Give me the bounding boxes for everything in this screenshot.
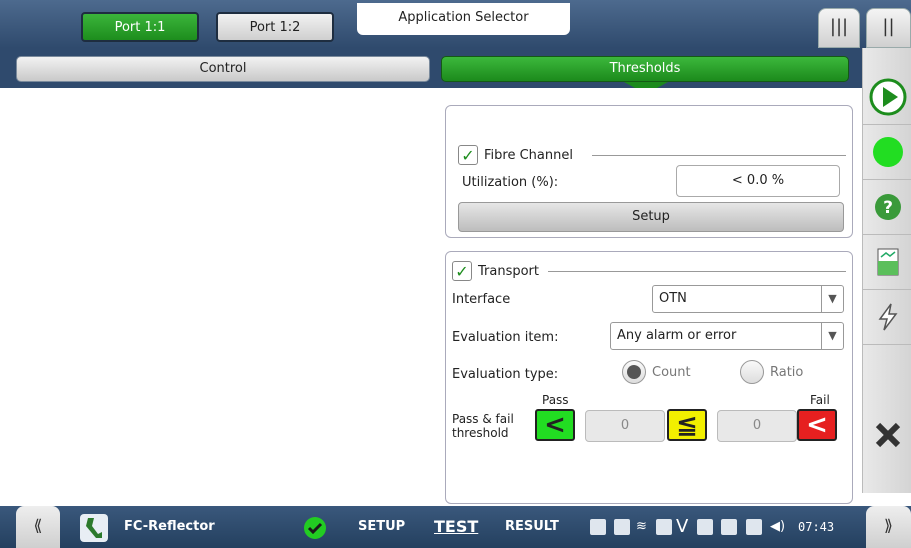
status-indicator bbox=[863, 125, 911, 180]
fibre-channel-checkbox[interactable]: ✓ bbox=[458, 145, 478, 165]
error-inject-button[interactable] bbox=[863, 290, 911, 345]
tab-control[interactable]: Control bbox=[16, 56, 430, 82]
top-bar: Port 1:1 Port 1:2 Application Selector |… bbox=[0, 0, 911, 48]
evaluation-item-select-value: Any alarm or error bbox=[617, 328, 737, 343]
evaluation-item-label: Evaluation item: bbox=[452, 330, 559, 345]
help-icon: ? bbox=[874, 194, 901, 220]
threshold-label-line2: threshold bbox=[452, 426, 509, 440]
right-rail: ? bbox=[862, 48, 911, 493]
less-equal-icon[interactable]: ≦ bbox=[667, 409, 707, 441]
evaluation-type-label: Evaluation type: bbox=[452, 367, 559, 382]
chevron-down-icon: ▼ bbox=[821, 286, 843, 312]
transport-panel: ✓ Transport Interface OTN ▼ Evaluation i… bbox=[445, 251, 853, 504]
test-nav[interactable]: TEST bbox=[434, 506, 478, 548]
fail-less-than-icon[interactable]: < bbox=[797, 409, 837, 441]
terminal-icon bbox=[697, 519, 713, 535]
evaluation-type-ratio-label: Ratio bbox=[770, 364, 804, 380]
network-icon bbox=[746, 519, 762, 535]
lightning-icon bbox=[878, 303, 897, 331]
fibre-channel-title: Fibre Channel bbox=[484, 147, 573, 163]
threshold-label: Pass & fail threshold bbox=[452, 412, 514, 440]
transport-header: ✓ Transport bbox=[452, 261, 539, 281]
panel-handle-right-icon[interactable]: || bbox=[866, 8, 911, 48]
fibre-channel-panel: ✓ Fibre Channel Utilization (%): < 0.0 %… bbox=[445, 105, 853, 238]
interface-label: Interface bbox=[452, 292, 511, 307]
transport-checkbox[interactable]: ✓ bbox=[452, 261, 472, 281]
close-button[interactable] bbox=[863, 400, 911, 470]
v-icon: V bbox=[676, 516, 689, 537]
fibre-channel-header: ✓ Fibre Channel bbox=[458, 145, 573, 165]
right-expand-icon[interactable]: ⟫ bbox=[866, 506, 911, 548]
wifi-icon: ≋ bbox=[636, 519, 647, 534]
chevron-down-icon: ▼ bbox=[821, 323, 843, 349]
play-icon bbox=[869, 78, 906, 116]
port-tab-1-1[interactable]: Port 1:1 bbox=[81, 12, 199, 42]
result-nav[interactable]: RESULT bbox=[505, 506, 559, 548]
help-button[interactable]: ? bbox=[863, 180, 911, 235]
battery-icon bbox=[590, 519, 606, 535]
pass-threshold-value[interactable]: 0 bbox=[585, 410, 665, 442]
radio-unselected-icon bbox=[740, 360, 764, 384]
tab-bar: Control Thresholds bbox=[0, 48, 862, 88]
check-status-icon bbox=[304, 517, 326, 539]
evaluation-type-ratio-radio[interactable]: Ratio bbox=[740, 360, 803, 384]
fail-threshold-value[interactable]: 0 bbox=[717, 410, 797, 442]
report-icon bbox=[877, 248, 898, 276]
threshold-label-line1: Pass & fail bbox=[452, 412, 514, 426]
status-green-icon bbox=[872, 137, 903, 167]
evaluation-type-count-label: Count bbox=[652, 364, 691, 380]
evaluation-item-select[interactable]: Any alarm or error ▼ bbox=[610, 322, 844, 350]
transport-divider bbox=[548, 271, 846, 272]
fail-label: Fail bbox=[810, 393, 830, 407]
report-button[interactable] bbox=[863, 235, 911, 290]
camera-icon bbox=[614, 519, 630, 535]
main-content: ✓ Fibre Channel Utilization (%): < 0.0 %… bbox=[0, 88, 862, 506]
fibre-channel-divider bbox=[592, 155, 846, 156]
pass-less-than-icon[interactable]: < bbox=[535, 409, 575, 441]
evaluation-type-count-radio[interactable]: Count bbox=[622, 360, 691, 384]
left-expand-icon[interactable]: ⟪ bbox=[16, 506, 60, 548]
radio-selected-icon bbox=[622, 360, 646, 384]
app-logo-icon bbox=[80, 514, 108, 542]
svg-text:?: ? bbox=[883, 198, 893, 218]
pass-label: Pass bbox=[542, 393, 569, 407]
utilization-value: < 0.0 % bbox=[676, 165, 840, 197]
start-button[interactable] bbox=[863, 70, 911, 125]
panel-handle-icon[interactable]: ||| bbox=[818, 8, 860, 48]
application-selector[interactable]: Application Selector bbox=[357, 3, 570, 35]
utilization-label: Utilization (%): bbox=[462, 175, 559, 190]
volume-icon: ◀) bbox=[770, 519, 786, 534]
port-tab-1-2[interactable]: Port 1:2 bbox=[216, 12, 334, 42]
transport-title: Transport bbox=[478, 263, 540, 279]
bottom-bar: ⟪ FC-Reflector SETUP TEST RESULT ≋ V ◀) … bbox=[0, 506, 911, 548]
bluetooth-icon bbox=[656, 519, 672, 535]
interface-select-value: OTN bbox=[659, 291, 687, 306]
clock: 07:43 bbox=[798, 520, 835, 534]
app-name: FC-Reflector bbox=[124, 519, 215, 534]
close-icon bbox=[875, 422, 900, 448]
setup-button[interactable]: Setup bbox=[458, 202, 844, 232]
setup-nav[interactable]: SETUP bbox=[358, 506, 405, 548]
interface-select[interactable]: OTN ▼ bbox=[652, 285, 844, 313]
tab-thresholds[interactable]: Thresholds bbox=[441, 56, 849, 82]
remote-icon bbox=[721, 519, 737, 535]
